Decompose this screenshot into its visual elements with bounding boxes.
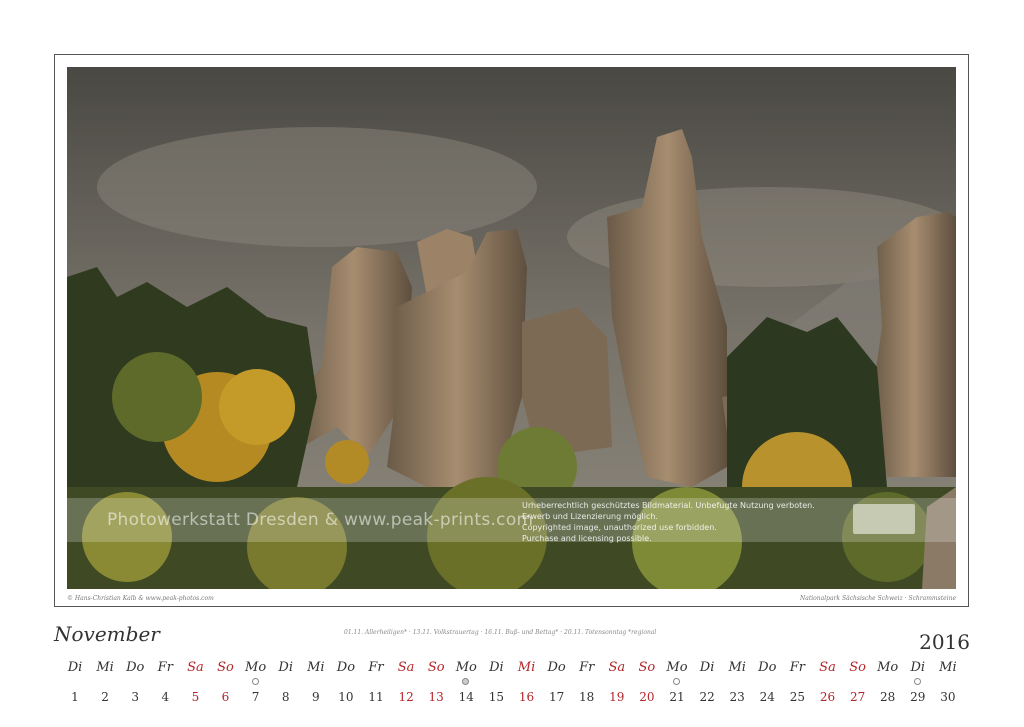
- watermark-line-3: Copyrighted image, unauthorized use forb…: [522, 523, 717, 532]
- watermark-band: Photowerkstatt Dresden & www.peak-prints…: [67, 498, 956, 544]
- day-number: 30: [940, 690, 956, 704]
- day-number: 12: [398, 690, 414, 704]
- day-strip: Di 1 Mi 2 Do 3 Fr 4 Sa 5 So 6 Mo 7 Di 8 Mi 9 Do 10 Fr 11 Sa 12 S…: [60, 660, 970, 720]
- moon-phase-icon: [251, 678, 259, 685]
- weekday-label: Fr: [157, 660, 173, 675]
- weekday-label: Mo: [455, 660, 477, 675]
- day-number: 28: [880, 690, 896, 704]
- weekday-label: Do: [758, 660, 777, 675]
- day-number: 20: [639, 690, 655, 704]
- day-number: 21: [669, 690, 685, 704]
- weekday-label: So: [217, 660, 234, 675]
- weekday-label: So: [638, 660, 656, 675]
- day-number: 27: [849, 690, 866, 704]
- day-number: 10: [338, 690, 354, 704]
- day-number: 4: [161, 690, 170, 704]
- day-number: 18: [579, 690, 595, 704]
- holiday-notes: 01.11. Allerheiligen* · 13.11. Volkstrau…: [344, 629, 657, 636]
- watermark-left-text: Photowerkstatt Dresden & www.peak-prints…: [107, 510, 534, 530]
- photo-location: Nationalpark Sächsische Schweiz · Schram…: [800, 595, 956, 602]
- weekday-label: Di: [67, 660, 83, 675]
- weekday-label: Do: [126, 660, 145, 675]
- weekday-label: So: [427, 660, 445, 675]
- weekday-label: Di: [910, 660, 926, 675]
- year-title: 2016: [919, 630, 970, 654]
- watermark-notice: Urheberrechtlich geschütztes Bildmateria…: [522, 500, 815, 544]
- weekday-label: Mo: [877, 660, 899, 675]
- weekday-label: Fr: [789, 660, 805, 675]
- day-number: 25: [789, 690, 806, 704]
- day-number: 15: [488, 690, 505, 704]
- day-number: 5: [191, 690, 200, 704]
- moon-phase-icon: [913, 678, 921, 685]
- day-number: 26: [819, 690, 836, 704]
- day-number: 22: [699, 690, 715, 704]
- weekday-label: Fr: [368, 660, 384, 675]
- watermark-logo-icon: [853, 504, 915, 534]
- weekday-label: Mi: [96, 660, 114, 675]
- day-number: 9: [311, 690, 320, 704]
- weekday-label: Fr: [579, 660, 595, 675]
- month-title: November: [54, 622, 160, 646]
- weekday-label: Mi: [307, 660, 325, 675]
- day-number: 2: [101, 690, 109, 704]
- weekday-label: Mo: [666, 660, 688, 675]
- day-number: 3: [131, 690, 139, 704]
- moon-phase-icon: [673, 678, 680, 685]
- weekday-label: Sa: [397, 660, 415, 675]
- day-number: 19: [609, 690, 625, 704]
- watermark-line-2: Erwerb und Lizenzierung möglich.: [522, 512, 658, 521]
- day-number: 11: [368, 690, 384, 704]
- day-number: 16: [518, 690, 535, 704]
- weekday-label: So: [849, 660, 866, 675]
- weekday-label: Mo: [245, 660, 267, 675]
- day-number: 7: [251, 690, 260, 704]
- day-number: 1: [71, 690, 79, 704]
- weekday-label: Mi: [939, 660, 957, 675]
- weekday-label: Sa: [819, 660, 836, 675]
- watermark-line-1: Urheberrechtlich geschütztes Bildmateria…: [522, 501, 815, 510]
- weekday-label: Do: [336, 660, 356, 675]
- weekday-label: Do: [547, 660, 566, 675]
- weekday-label: Di: [278, 660, 293, 675]
- weekday-label: Di: [489, 660, 504, 675]
- weekday-label: Mi: [728, 660, 746, 675]
- day-number: 13: [428, 690, 444, 704]
- day-number: 6: [221, 690, 230, 704]
- weekday-label: Sa: [187, 660, 204, 675]
- day-number: 17: [548, 690, 565, 704]
- day-number: 14: [458, 690, 474, 704]
- photo-credit: © Hans-Christian Kalb & www.peak-photos.…: [67, 595, 214, 602]
- weekday-label: Mi: [517, 660, 536, 675]
- day-number: 23: [729, 690, 745, 704]
- weekday-label: Di: [699, 660, 715, 675]
- weekday-label: Sa: [608, 660, 626, 675]
- moon-phase-icon: [462, 678, 470, 685]
- day-number: 29: [910, 690, 926, 704]
- day-number: 24: [759, 690, 775, 704]
- day-number: 8: [281, 690, 290, 704]
- watermark-line-4: Purchase and licensing possible.: [522, 534, 652, 543]
